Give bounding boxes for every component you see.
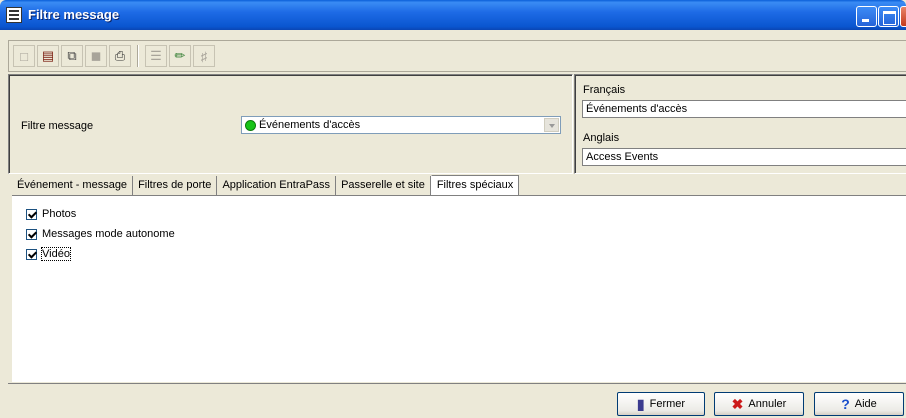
cancel-button[interactable]: ✖ Annuler bbox=[714, 392, 804, 416]
window-title: Filtre message bbox=[28, 7, 120, 22]
close-button[interactable]: ▮ Fermer bbox=[617, 392, 705, 416]
video-label: Vidéo bbox=[41, 247, 71, 261]
language-panel: Français Événements d'accès Anglais Acce… bbox=[574, 74, 906, 174]
app-icon bbox=[6, 7, 22, 23]
tab-strip: Événement - message Filtres de porte App… bbox=[12, 175, 520, 195]
french-field[interactable]: Événements d'accès bbox=[582, 100, 906, 118]
new-document-icon[interactable]: □ bbox=[13, 45, 35, 67]
tab-gateway-site[interactable]: Passerelle et site bbox=[336, 176, 431, 195]
tab-content: Photos Messages mode autonome Vidéo bbox=[12, 195, 906, 382]
filter-select[interactable]: Événements d'accès bbox=[241, 116, 561, 134]
cancel-x-icon: ✖ bbox=[731, 395, 744, 412]
french-label: Français bbox=[583, 84, 626, 96]
toolbar-separator bbox=[137, 45, 139, 67]
tab-door-filters[interactable]: Filtres de porte bbox=[133, 176, 218, 195]
tab-special-filters[interactable]: Filtres spéciaux bbox=[430, 175, 520, 195]
door-exit-icon: ▮ bbox=[636, 395, 645, 412]
help-question-icon: ? bbox=[841, 396, 850, 412]
video-checkbox-row[interactable]: Vidéo bbox=[26, 246, 71, 262]
standalone-messages-label: Messages mode autonome bbox=[42, 228, 175, 240]
help-button-label: Aide bbox=[854, 398, 877, 410]
photos-label: Photos bbox=[42, 208, 77, 220]
tab-event-message[interactable]: Événement - message bbox=[12, 176, 134, 195]
filter-select-value: Événements d'accès bbox=[259, 119, 361, 131]
tab-entrapass-application[interactable]: Application EntraPass bbox=[217, 176, 337, 195]
photos-checkbox-row[interactable]: Photos bbox=[26, 206, 76, 222]
save-icon[interactable]: ▤ bbox=[37, 45, 59, 67]
close-button-label: Fermer bbox=[649, 398, 686, 410]
standalone-messages-checkbox-row[interactable]: Messages mode autonome bbox=[26, 226, 175, 242]
chevron-down-icon[interactable] bbox=[544, 118, 559, 132]
list-icon[interactable]: ☰ bbox=[145, 45, 167, 67]
find-binoculars-icon[interactable]: ♯ bbox=[193, 45, 215, 67]
green-status-icon bbox=[245, 120, 256, 131]
filter-label: Filtre message bbox=[21, 120, 94, 132]
english-label: Anglais bbox=[583, 132, 620, 144]
english-field[interactable]: Access Events bbox=[582, 148, 906, 166]
toolbar: □ ▤ ⧉ ◼ ⎙ ☰ ✏ ♯ bbox=[8, 40, 906, 72]
copy-icon[interactable]: ⧉ bbox=[61, 45, 83, 67]
video-checkbox[interactable] bbox=[26, 248, 37, 260]
close-window-button[interactable] bbox=[900, 6, 906, 27]
photos-checkbox[interactable] bbox=[26, 208, 37, 220]
minimize-button[interactable] bbox=[856, 6, 877, 27]
link-icon[interactable]: ✏ bbox=[169, 45, 191, 67]
cancel-button-label: Annuler bbox=[748, 398, 787, 410]
standalone-messages-checkbox[interactable] bbox=[26, 228, 37, 240]
filter-panel: Filtre message Événements d'accès bbox=[8, 74, 573, 174]
delete-icon[interactable]: ◼ bbox=[85, 45, 107, 67]
maximize-button[interactable] bbox=[878, 6, 899, 27]
help-button[interactable]: ? Aide bbox=[814, 392, 904, 416]
title-bar: Filtre message bbox=[0, 0, 906, 30]
print-icon[interactable]: ⎙ bbox=[109, 45, 131, 67]
